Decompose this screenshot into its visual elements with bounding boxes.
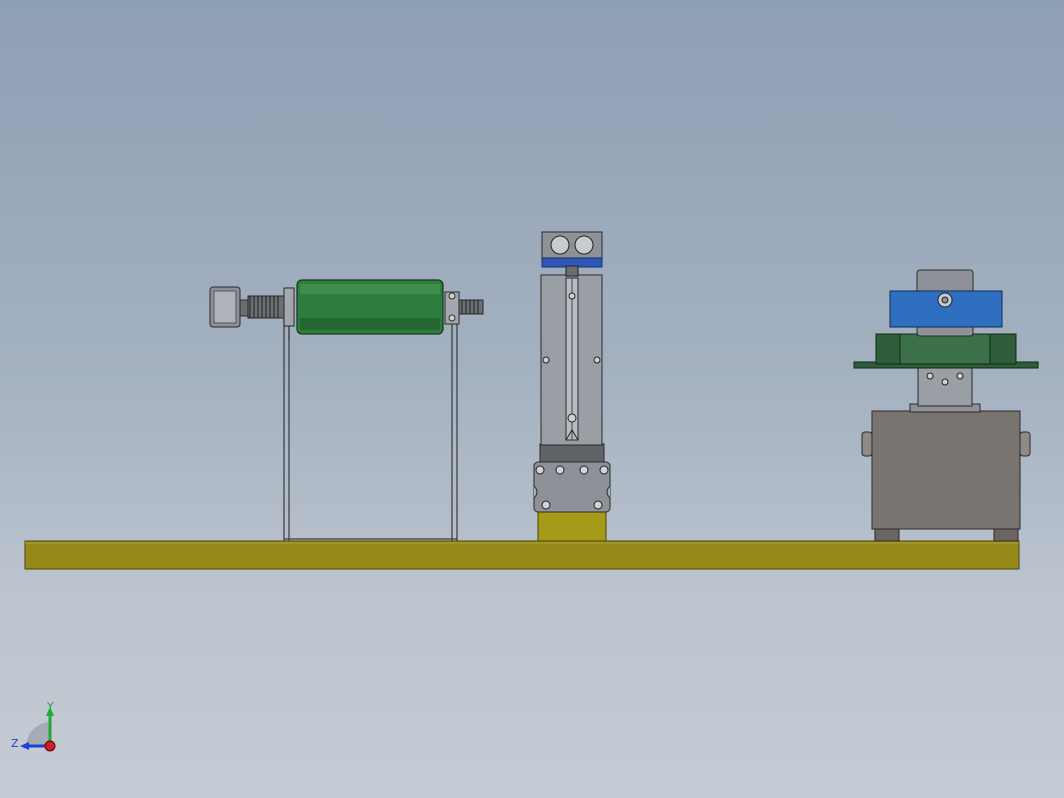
x-axis-dot: [44, 740, 56, 752]
roller-support-frame: [283, 300, 458, 541]
motor-foot-right: [993, 527, 1019, 542]
top-clamp[interactable]: [889, 290, 1003, 328]
orientation-triad[interactable]: Y Z: [11, 700, 56, 752]
motor-housing[interactable]: [861, 410, 1031, 530]
linear-actuator[interactable]: [533, 231, 611, 542]
actuator-lower-clamp[interactable]: [533, 461, 611, 513]
roller-left-flange: [283, 287, 295, 327]
y-axis-label: Y: [46, 700, 54, 713]
graphics-viewport[interactable]: Y Z: [0, 0, 1064, 798]
roller-drum[interactable]: [296, 279, 444, 335]
model-scene[interactable]: Y Z: [0, 0, 1064, 798]
motor-assembly[interactable]: [853, 269, 1039, 542]
motor-foot-left: [874, 527, 900, 542]
actuator-base-block: [537, 511, 607, 542]
actuator-body[interactable]: [540, 274, 603, 446]
roller-assembly[interactable]: [209, 279, 484, 541]
actuator-top-head[interactable]: [541, 231, 603, 277]
z-axis-label: Z: [11, 737, 19, 750]
roller-motor-cap[interactable]: [209, 286, 249, 328]
left-threaded-shaft: [247, 295, 285, 319]
mount-plate[interactable]: [853, 333, 1039, 369]
actuator-collar: [539, 443, 605, 463]
motor-neck: [909, 365, 981, 413]
base-plate[interactable]: [24, 540, 1020, 570]
